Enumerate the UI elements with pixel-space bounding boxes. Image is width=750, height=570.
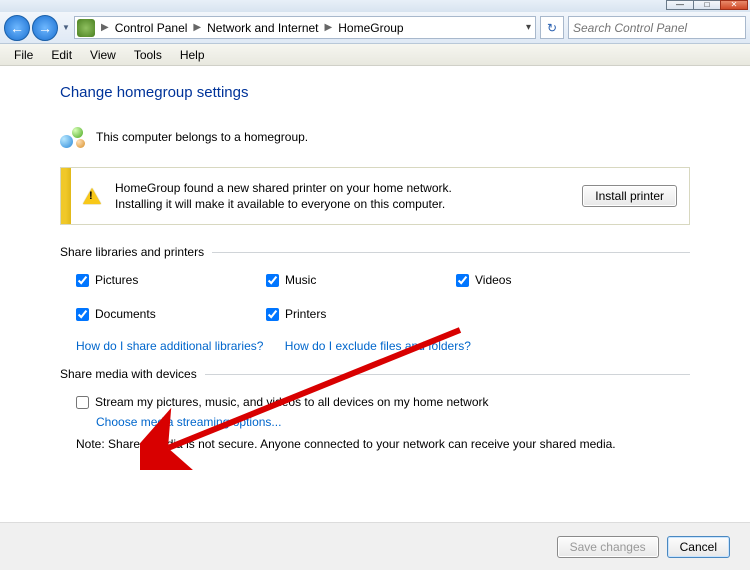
checkbox-videos-input[interactable] [456, 274, 469, 287]
checkbox-stream-media-label: Stream my pictures, music, and videos to… [95, 395, 489, 409]
belongs-text: This computer belongs to a homegroup. [96, 130, 308, 144]
checkbox-stream-media[interactable]: Stream my pictures, music, and videos to… [76, 395, 690, 409]
title-bar: — □ ✕ [0, 0, 750, 12]
navigation-bar: ← → ▼ ▶ Control Panel ▶ Network and Inte… [0, 12, 750, 44]
link-exclude-files-folders[interactable]: How do I exclude files and folders? [285, 339, 471, 353]
link-choose-media-streaming-options[interactable]: Choose media streaming options... [96, 415, 281, 429]
maximize-button[interactable]: □ [693, 0, 721, 10]
warning-icon [83, 188, 101, 204]
chevron-right-icon[interactable]: ▶ [101, 22, 109, 33]
breadcrumb-homegroup[interactable]: HomeGroup [336, 19, 405, 37]
checkbox-music-input[interactable] [266, 274, 279, 287]
save-changes-button[interactable]: Save changes [557, 536, 659, 558]
menu-bar: File Edit View Tools Help [0, 44, 750, 66]
checkbox-videos-label: Videos [475, 273, 511, 287]
shared-media-warning-note: Note: Shared media is not secure. Anyone… [76, 437, 690, 453]
section-share-libraries: Share libraries and printers [60, 245, 204, 259]
checkbox-printers[interactable]: Printers [266, 307, 456, 321]
checkbox-printers-label: Printers [285, 307, 326, 321]
content-area: Change homegroup settings This computer … [0, 66, 750, 471]
checkbox-pictures-input[interactable] [76, 274, 89, 287]
section-share-media-devices: Share media with devices [60, 367, 197, 381]
chevron-right-icon[interactable]: ▶ [325, 22, 333, 33]
homegroup-icon [60, 125, 86, 149]
forward-button[interactable]: → [32, 15, 58, 41]
checkbox-documents-label: Documents [95, 307, 156, 321]
close-button[interactable]: ✕ [720, 0, 748, 10]
cancel-button[interactable]: Cancel [667, 536, 730, 558]
divider [205, 374, 690, 375]
minimize-button[interactable]: — [666, 0, 694, 10]
menu-edit[interactable]: Edit [43, 46, 80, 64]
checkbox-stream-media-input[interactable] [76, 396, 89, 409]
page-title: Change homegroup settings [60, 84, 690, 101]
menu-tools[interactable]: Tools [126, 46, 170, 64]
notification-line1: HomeGroup found a new shared printer on … [115, 180, 582, 196]
refresh-button[interactable]: ↻ [540, 16, 564, 39]
bottom-button-bar: Save changes Cancel [0, 522, 750, 570]
link-share-additional-libraries[interactable]: How do I share additional libraries? [76, 339, 263, 353]
notification-line2: Installing it will make it available to … [115, 196, 582, 212]
checkbox-music[interactable]: Music [266, 273, 456, 287]
breadcrumb[interactable]: ▶ Control Panel ▶ Network and Internet ▶… [74, 16, 536, 39]
control-panel-icon [77, 19, 95, 37]
printer-notification: HomeGroup found a new shared printer on … [60, 167, 690, 225]
search-box[interactable] [568, 16, 746, 39]
checkbox-pictures[interactable]: Pictures [76, 273, 266, 287]
menu-file[interactable]: File [6, 46, 41, 64]
checkbox-music-label: Music [285, 273, 316, 287]
checkbox-videos[interactable]: Videos [456, 273, 646, 287]
install-printer-button[interactable]: Install printer [582, 185, 677, 207]
nav-history-dropdown[interactable]: ▼ [60, 15, 72, 41]
divider [212, 252, 690, 253]
checkbox-documents-input[interactable] [76, 308, 89, 321]
checkbox-printers-input[interactable] [266, 308, 279, 321]
menu-help[interactable]: Help [172, 46, 213, 64]
back-button[interactable]: ← [4, 15, 30, 41]
breadcrumb-control-panel[interactable]: Control Panel [113, 19, 190, 37]
breadcrumb-dropdown-icon[interactable]: ▾ [526, 22, 531, 33]
checkbox-pictures-label: Pictures [95, 273, 138, 287]
chevron-right-icon[interactable]: ▶ [193, 22, 201, 33]
notification-stripe [61, 168, 71, 224]
menu-view[interactable]: View [82, 46, 124, 64]
search-input[interactable] [573, 21, 741, 35]
checkbox-documents[interactable]: Documents [76, 307, 266, 321]
breadcrumb-network-internet[interactable]: Network and Internet [205, 19, 320, 37]
